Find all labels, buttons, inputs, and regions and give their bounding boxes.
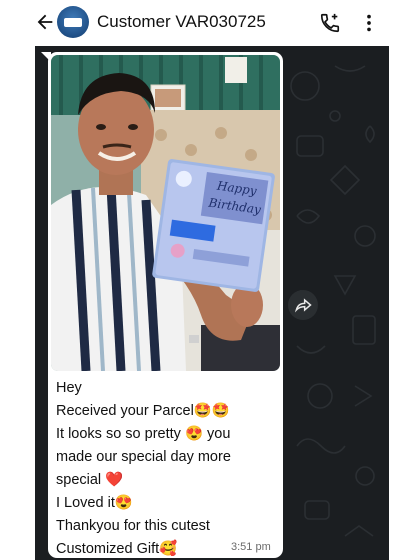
message-text: Hey Received your Parcel🤩🤩 It looks so s… <box>56 377 278 558</box>
message-line: It looks so so pretty 😍 you <box>56 426 231 442</box>
forward-button[interactable] <box>288 290 318 320</box>
message-line: Thankyou for this cutest <box>56 518 210 534</box>
chat-header: Customer VAR030725 <box>0 0 420 46</box>
message-line: special ❤️ <box>56 472 124 488</box>
customer-photo-image: Happy Birthday <box>51 55 280 371</box>
more-options-icon[interactable] <box>358 12 380 34</box>
chat-area[interactable]: Happy Birthday Hey Received your Parcel🤩… <box>35 46 389 560</box>
avatar-logo-icon <box>64 18 82 27</box>
back-arrow-icon[interactable] <box>34 11 56 33</box>
avatar[interactable] <box>57 6 89 38</box>
message-line: made our special day more <box>56 449 231 465</box>
forward-icon <box>294 298 312 313</box>
message-bubble[interactable]: Happy Birthday Hey Received your Parcel🤩… <box>48 52 283 558</box>
contact-name[interactable]: Customer VAR030725 <box>97 12 266 32</box>
add-call-icon[interactable] <box>319 12 341 34</box>
message-timestamp: 3:51 pm <box>231 541 271 553</box>
message-photo[interactable]: Happy Birthday <box>51 55 280 371</box>
message-line: I Loved it😍 <box>56 495 133 511</box>
message-line: Hey <box>56 380 82 396</box>
message-line: Received your Parcel🤩🤩 <box>56 403 230 419</box>
